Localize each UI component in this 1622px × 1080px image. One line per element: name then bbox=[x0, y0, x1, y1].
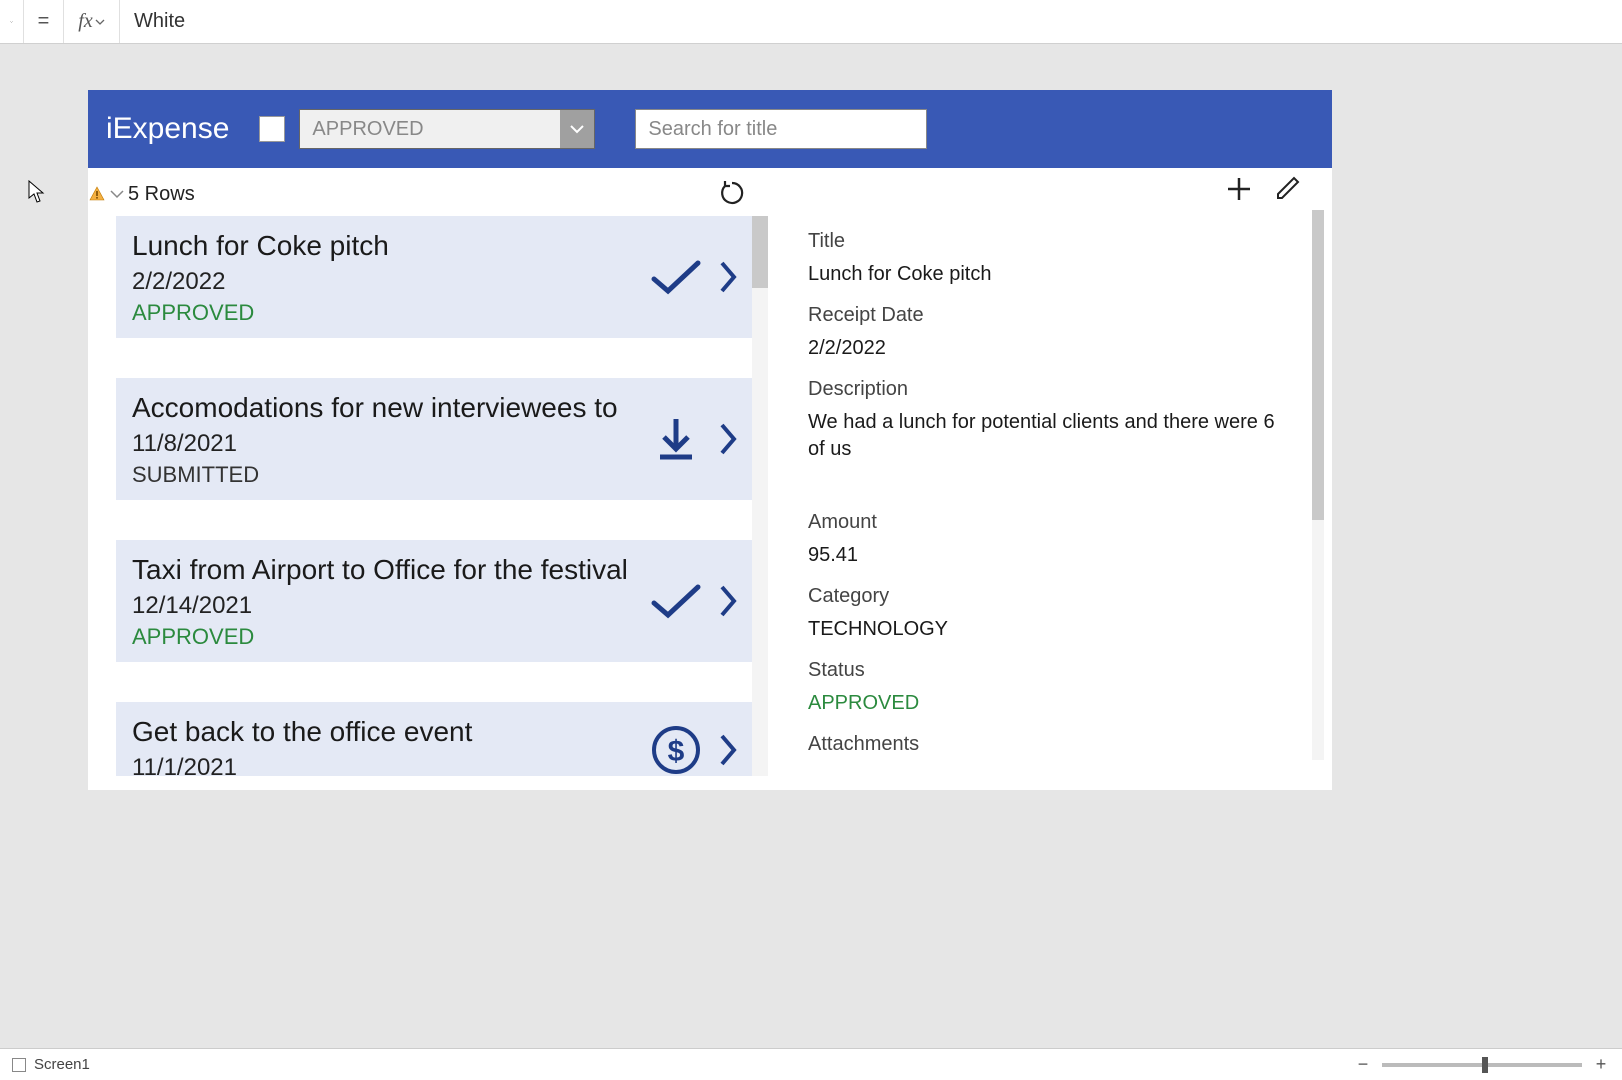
label-status: Status bbox=[808, 659, 1288, 682]
chevron-right-icon[interactable] bbox=[716, 413, 740, 465]
item-date: 12/14/2021 bbox=[132, 592, 736, 620]
download-icon bbox=[650, 413, 702, 465]
property-dropdown[interactable] bbox=[0, 0, 24, 43]
label-description: Description bbox=[808, 378, 1288, 401]
chevron-down-icon[interactable] bbox=[110, 189, 124, 199]
label-title: Title bbox=[808, 230, 1288, 253]
chevron-right-icon[interactable] bbox=[716, 724, 740, 776]
chevron-right-icon[interactable] bbox=[716, 251, 740, 303]
item-date: 11/8/2021 bbox=[132, 430, 736, 458]
gallery-list: Lunch for Coke pitch 2/2/2022 APPROVED bbox=[88, 216, 768, 776]
app-header: iExpense APPROVED Search for title bbox=[88, 90, 1332, 168]
svg-text:$: $ bbox=[668, 735, 685, 768]
formula-input[interactable]: White bbox=[120, 10, 1622, 33]
formula-bar: = fx White bbox=[0, 0, 1622, 44]
app-title: iExpense bbox=[106, 112, 229, 146]
value-title: Lunch for Coke pitch bbox=[808, 263, 1288, 286]
screen-name-label: Screen1 bbox=[34, 1056, 90, 1073]
scrollbar-thumb[interactable] bbox=[1312, 210, 1324, 520]
zoom-slider[interactable] bbox=[1382, 1063, 1582, 1067]
gallery-item[interactable]: Accomodations for new interviewees to 11… bbox=[116, 378, 752, 500]
gallery-item[interactable]: Get back to the office event 11/1/2021 $ bbox=[116, 702, 752, 776]
item-title: Get back to the office event bbox=[132, 716, 736, 748]
chevron-right-icon[interactable] bbox=[716, 575, 740, 627]
rows-count-label: 5 Rows bbox=[128, 183, 195, 206]
gallery-item[interactable]: Taxi from Airport to Office for the fest… bbox=[116, 540, 752, 662]
add-button[interactable] bbox=[1224, 174, 1254, 204]
check-icon bbox=[650, 575, 702, 627]
value-receipt-date: 2/2/2022 bbox=[808, 337, 1288, 360]
status-dropdown-text: APPROVED bbox=[300, 110, 560, 148]
zoom-slider-thumb[interactable] bbox=[1482, 1057, 1488, 1073]
status-dropdown[interactable]: APPROVED bbox=[299, 109, 595, 149]
label-attachments: Attachments bbox=[808, 733, 1288, 756]
gallery-item[interactable]: Lunch for Coke pitch 2/2/2022 APPROVED bbox=[116, 216, 752, 338]
refresh-button[interactable] bbox=[718, 179, 748, 209]
filter-checkbox[interactable] bbox=[259, 116, 285, 142]
zoom-out-button[interactable]: − bbox=[1354, 1054, 1372, 1075]
chevron-down-icon[interactable] bbox=[560, 110, 594, 148]
search-input[interactable]: Search for title bbox=[635, 109, 927, 149]
value-description: We had a lunch for potential clients and… bbox=[808, 409, 1288, 463]
value-status: APPROVED bbox=[808, 692, 1288, 715]
item-status: APPROVED bbox=[132, 300, 736, 326]
footer-bar: Screen1 − + bbox=[0, 1048, 1622, 1080]
equals-button[interactable]: = bbox=[24, 0, 64, 43]
scrollbar-thumb[interactable] bbox=[752, 216, 768, 288]
app-canvas: iExpense APPROVED Search for title 5 Ro bbox=[88, 90, 1332, 790]
screen-checkbox[interactable] bbox=[12, 1058, 26, 1072]
item-title: Accomodations for new interviewees to bbox=[132, 392, 736, 424]
gallery-panel: 5 Rows Lunch for Coke pitch 2/2/2022 APP… bbox=[88, 168, 768, 790]
zoom-in-button[interactable]: + bbox=[1592, 1054, 1610, 1075]
gallery-scrollbar[interactable] bbox=[752, 216, 768, 776]
value-amount: 95.41 bbox=[808, 544, 1288, 567]
check-icon bbox=[650, 251, 702, 303]
item-title: Taxi from Airport to Office for the fest… bbox=[132, 554, 736, 586]
detail-panel: Title Lunch for Coke pitch Receipt Date … bbox=[768, 168, 1332, 790]
item-date: 2/2/2022 bbox=[132, 268, 736, 296]
label-category: Category bbox=[808, 585, 1288, 608]
item-date: 11/1/2021 bbox=[132, 754, 736, 776]
dollar-icon: $ bbox=[650, 724, 702, 776]
value-category: TECHNOLOGY bbox=[808, 618, 1288, 641]
detail-scrollbar[interactable] bbox=[1312, 210, 1324, 760]
warning-icon bbox=[88, 185, 106, 203]
label-receipt-date: Receipt Date bbox=[808, 304, 1288, 327]
item-title: Lunch for Coke pitch bbox=[132, 230, 736, 262]
fx-button[interactable]: fx bbox=[64, 0, 120, 43]
edit-button[interactable] bbox=[1272, 174, 1302, 204]
item-status: SUBMITTED bbox=[132, 462, 736, 488]
label-amount: Amount bbox=[808, 511, 1288, 534]
item-status: APPROVED bbox=[132, 624, 736, 650]
cursor-icon bbox=[28, 180, 46, 204]
